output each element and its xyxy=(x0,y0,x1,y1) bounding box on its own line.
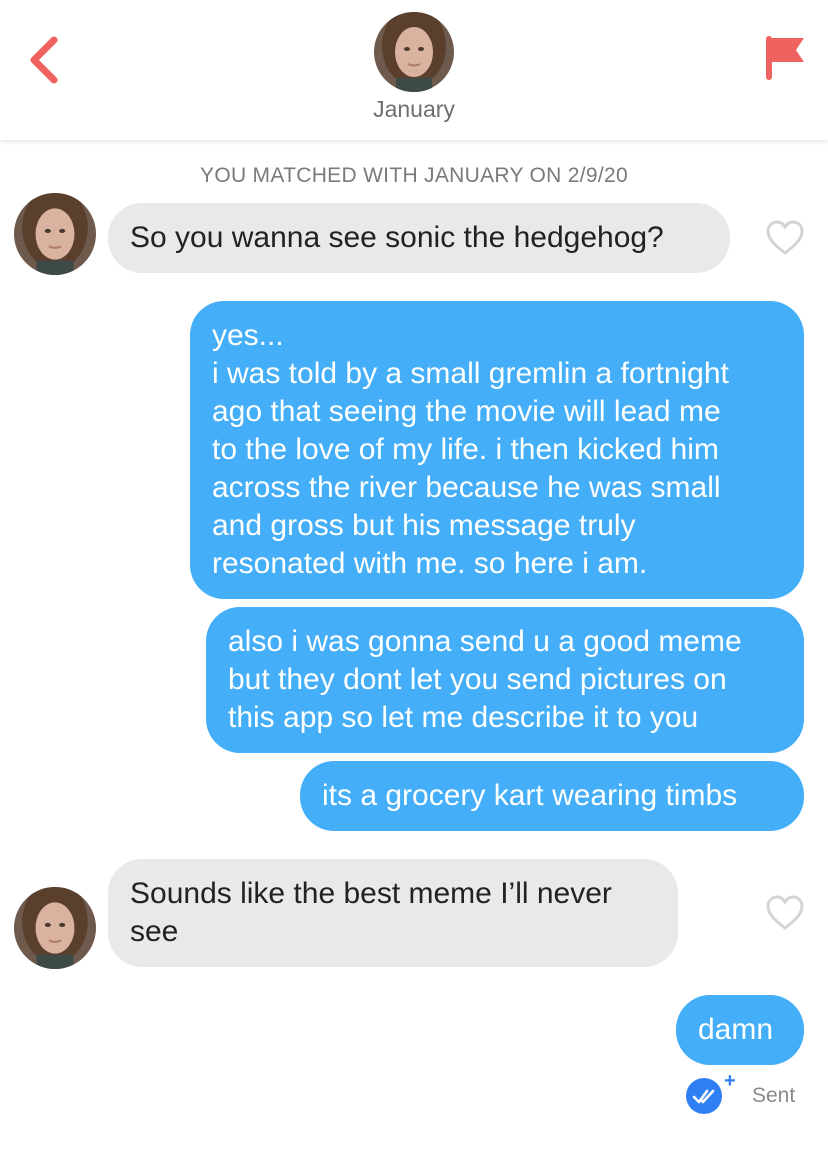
avatar[interactable] xyxy=(14,193,96,275)
plus-icon: + xyxy=(724,1070,736,1092)
heart-icon[interactable] xyxy=(765,220,805,256)
back-chevron-icon[interactable] xyxy=(20,32,70,88)
message-bubble-incoming[interactable]: Sounds like the best meme I’ll never see xyxy=(108,859,678,967)
message-bubble-outgoing[interactable]: damn xyxy=(676,995,804,1065)
flag-icon[interactable] xyxy=(762,32,808,82)
chat-header: January xyxy=(0,0,828,140)
header-avatar[interactable] xyxy=(374,12,454,92)
match-name[interactable]: January xyxy=(0,96,828,123)
message-bubble-outgoing[interactable]: also i was gonna send u a good meme but … xyxy=(206,607,804,753)
read-receipt-icon[interactable] xyxy=(686,1078,722,1114)
sent-status: Sent xyxy=(752,1084,796,1107)
message-bubble-incoming[interactable]: So you wanna see sonic the hedgehog? xyxy=(108,203,730,273)
heart-icon[interactable] xyxy=(765,895,805,931)
match-date-label: YOU MATCHED WITH JANUARY ON 2/9/20 xyxy=(200,164,628,187)
avatar[interactable] xyxy=(14,887,96,969)
message-bubble-outgoing[interactable]: yes... i was told by a small gremlin a f… xyxy=(190,301,804,599)
message-bubble-outgoing[interactable]: its a grocery kart wearing timbs xyxy=(300,761,804,831)
